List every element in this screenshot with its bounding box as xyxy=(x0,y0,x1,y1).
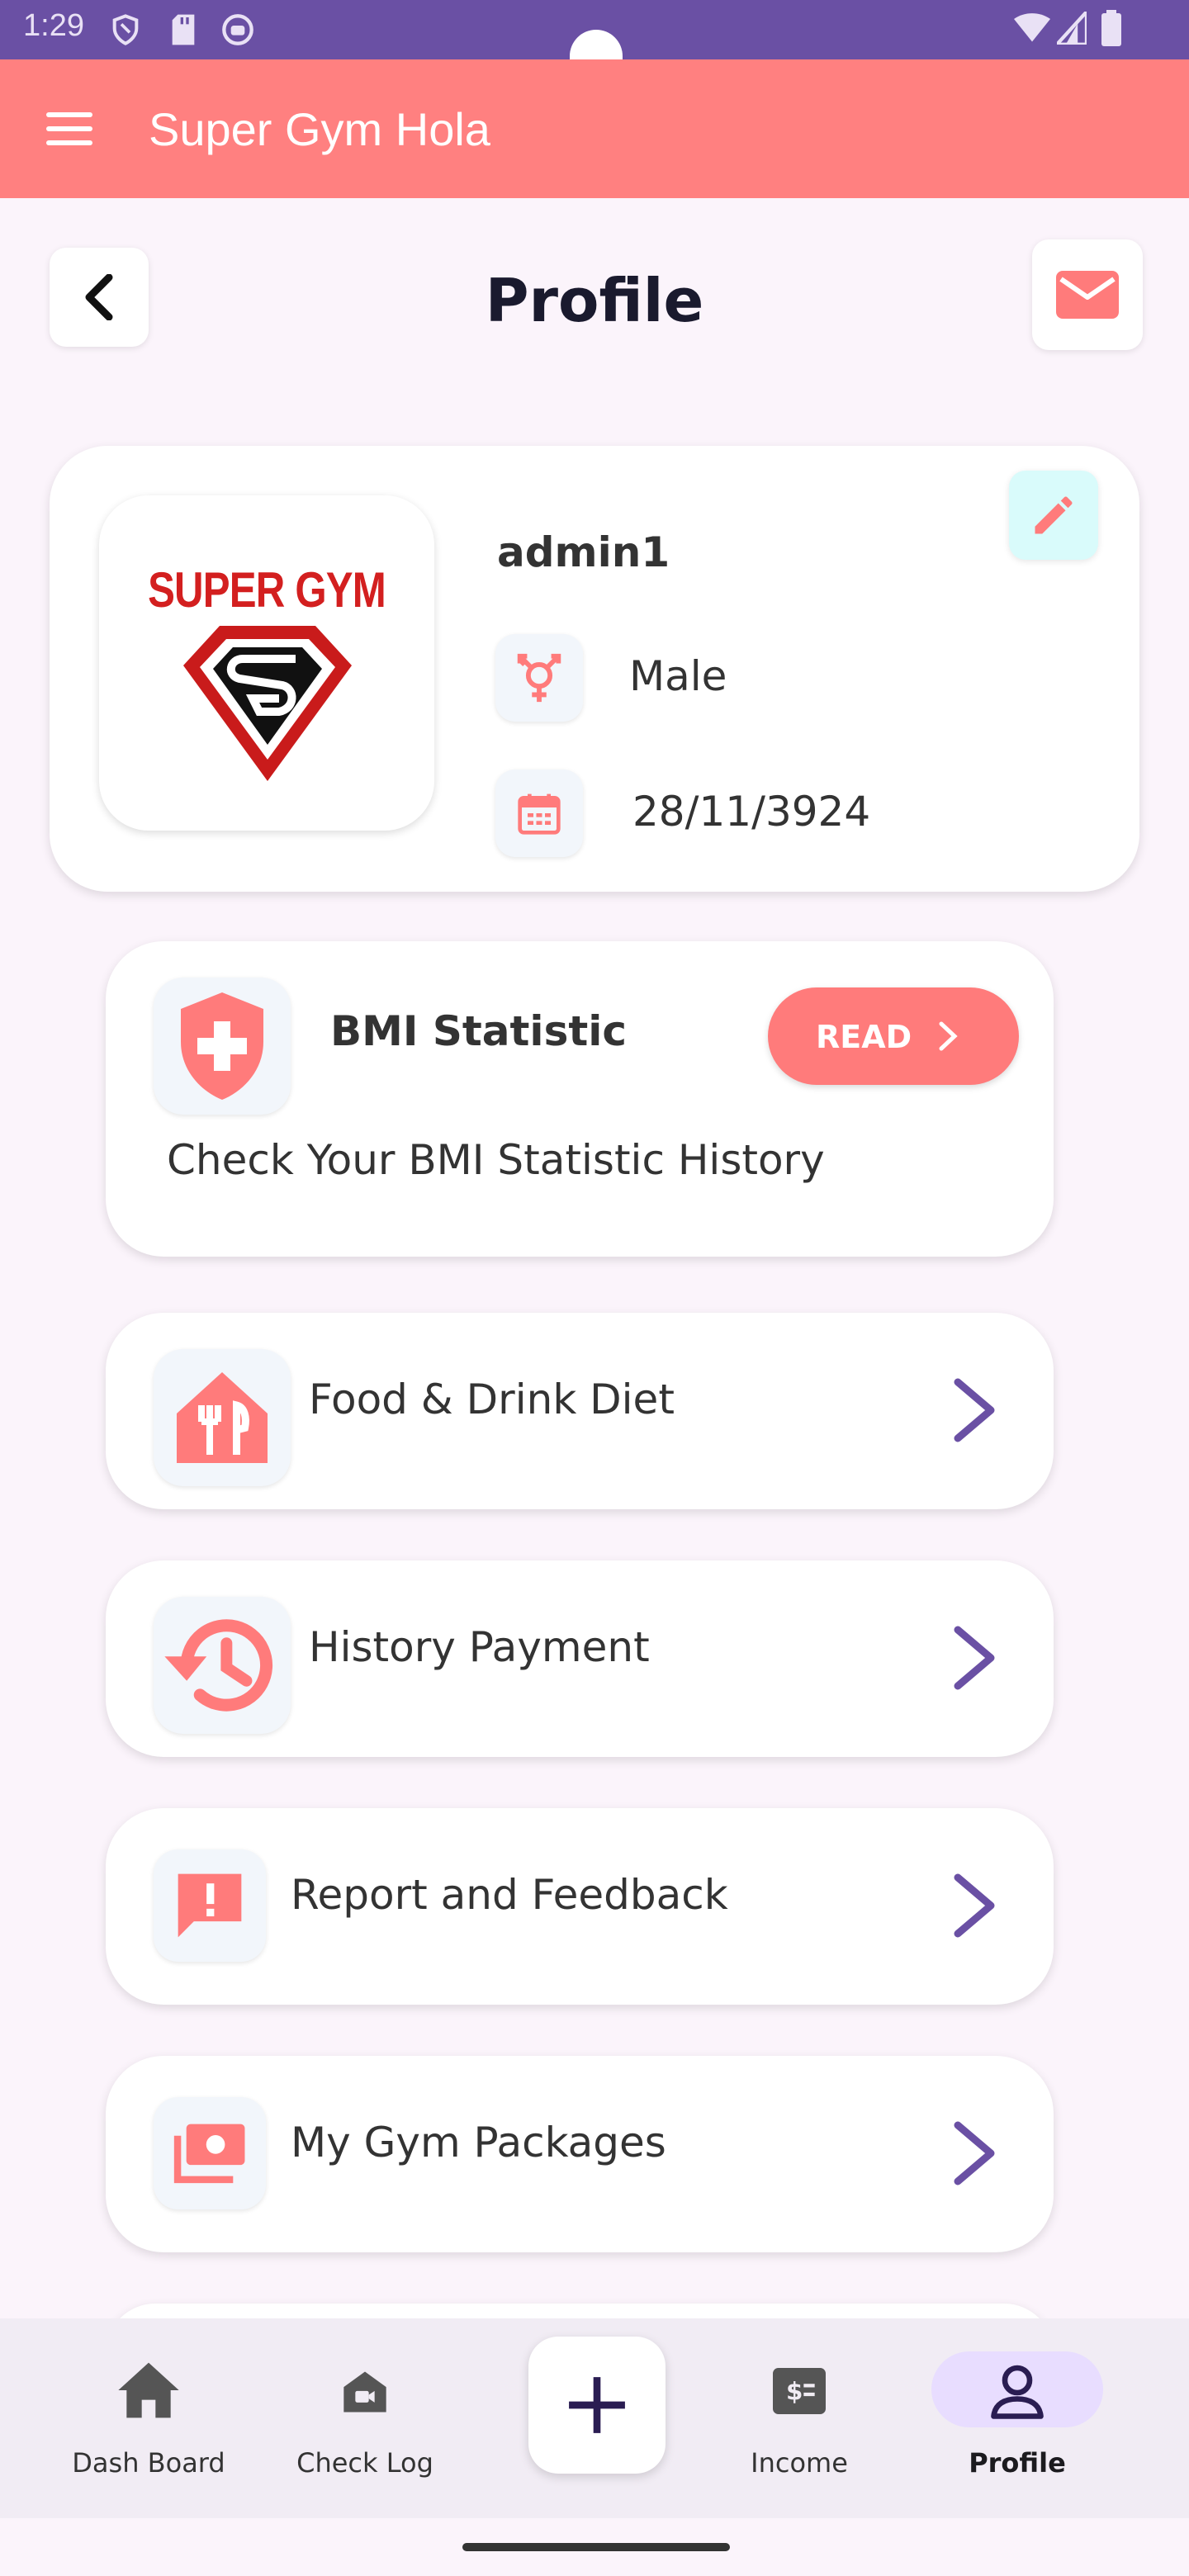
history-icon xyxy=(164,1619,273,1712)
sdcard-icon xyxy=(172,14,195,45)
menu-item-label: Food & Drink Diet xyxy=(309,1376,675,1423)
chevron-right-icon xyxy=(939,1021,958,1051)
gender-value: Male xyxy=(629,652,727,700)
bmi-card[interactable]: BMI Statistic READ Check Your BMI Statis… xyxy=(106,941,1054,1257)
nav-item-checklog[interactable]: Check Log xyxy=(266,2351,464,2492)
menu-item-food-diet[interactable]: Food & Drink Diet xyxy=(106,1313,1054,1509)
nav-label: Income xyxy=(751,2447,848,2479)
username: admin1 xyxy=(497,528,670,576)
menu-item-gym-packages[interactable]: My Gym Packages xyxy=(106,2056,1054,2252)
battery-icon xyxy=(1101,10,1121,46)
health-shield-icon xyxy=(181,992,263,1100)
chevron-right-icon xyxy=(954,1626,995,1690)
page-title: Profile xyxy=(485,266,704,335)
app-bar: Super Gym Hola xyxy=(0,59,1189,198)
report-icon-tile xyxy=(154,1849,266,1962)
checklog-icon xyxy=(343,2371,386,2413)
chevron-right-icon xyxy=(954,1873,995,1938)
nav-label: Check Log xyxy=(296,2447,433,2479)
gender-icon-tile xyxy=(495,634,583,722)
mail-button[interactable] xyxy=(1032,239,1143,350)
nav-item-income[interactable]: $ Income xyxy=(700,2351,898,2492)
camera-cutout xyxy=(570,30,623,63)
gesture-bar[interactable] xyxy=(462,2543,730,2551)
nav-label: Dash Board xyxy=(72,2447,225,2479)
svg-text:$: $ xyxy=(786,2378,803,2406)
packages-icon-tile xyxy=(154,2097,266,2209)
signal-icon xyxy=(1057,12,1087,45)
read-button[interactable]: READ xyxy=(768,987,1019,1085)
app-title: Super Gym Hola xyxy=(149,103,490,155)
menu-item-report-feedback[interactable]: Report and Feedback xyxy=(106,1808,1054,2005)
bmi-title: BMI Statistic xyxy=(330,1007,628,1055)
chevron-right-icon xyxy=(954,2121,995,2185)
app-status-icon xyxy=(222,14,253,45)
food-icon xyxy=(177,1372,268,1463)
menu-item-label: History Payment xyxy=(309,1623,650,1671)
calendar-icon xyxy=(518,793,561,835)
income-icon: $ xyxy=(773,2368,826,2414)
plus-icon xyxy=(569,2377,625,2433)
bottom-nav: Dash Board Check Log $ Income Profile xyxy=(0,2318,1189,2518)
shield-status-icon xyxy=(112,14,139,45)
superman-logo-icon xyxy=(183,626,352,781)
status-time: 1:29 xyxy=(23,8,84,43)
menu-item-label: My Gym Packages xyxy=(291,2119,666,2166)
health-icon-tile xyxy=(154,978,291,1115)
packages-icon xyxy=(173,2124,245,2184)
history-icon-tile xyxy=(154,1597,291,1734)
mail-icon xyxy=(1056,271,1119,319)
wifi-icon xyxy=(1014,13,1050,42)
logo-text: SUPER GYM xyxy=(148,562,386,618)
gym-logo: SUPER GYM xyxy=(99,495,434,831)
nav-item-profile[interactable]: Profile xyxy=(918,2351,1116,2492)
pencil-icon xyxy=(1035,496,1073,534)
gender-icon xyxy=(517,653,561,703)
report-icon xyxy=(178,1873,242,1938)
status-bar: 1:29 xyxy=(0,0,1189,63)
edit-button[interactable] xyxy=(1009,471,1098,560)
profile-card: SUPER GYM admin1 Male 28/11/3924 xyxy=(50,446,1139,892)
home-icon xyxy=(118,2362,179,2418)
menu-item-label: Report and Feedback xyxy=(291,1871,728,1919)
menu-item-history-payment[interactable]: History Payment xyxy=(106,1560,1054,1757)
profile-icon xyxy=(991,2365,1044,2419)
nav-item-dashboard[interactable]: Dash Board xyxy=(50,2351,248,2492)
menu-icon[interactable] xyxy=(46,112,92,145)
add-button[interactable] xyxy=(528,2337,666,2474)
calendar-icon-tile xyxy=(495,769,583,857)
birthdate-value: 28/11/3924 xyxy=(632,788,871,836)
nav-label: Profile xyxy=(969,2447,1066,2479)
food-icon-tile xyxy=(154,1349,291,1486)
chevron-right-icon xyxy=(954,1378,995,1442)
bmi-description: Check Your BMI Statistic History xyxy=(167,1136,825,1184)
read-button-label: READ xyxy=(816,1019,912,1055)
